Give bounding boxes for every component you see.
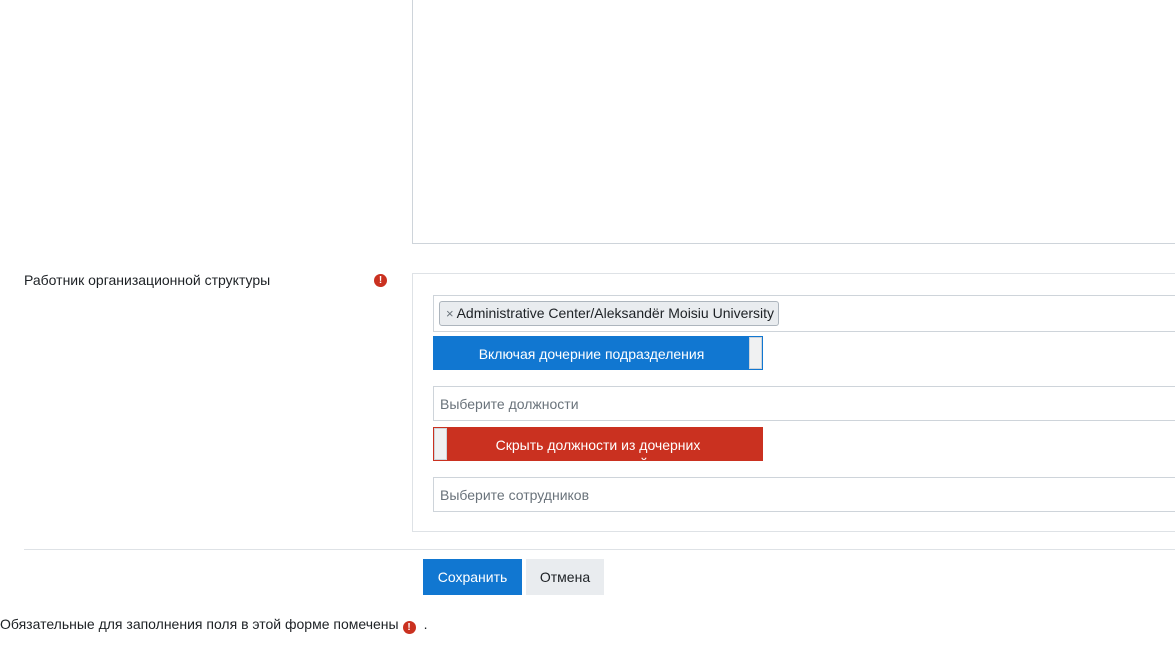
org-unit-autocomplete[interactable]: × Administrative Center/Aleksandër Moisiu…: [433, 295, 1175, 332]
cancel-button[interactable]: Отмена: [526, 559, 604, 595]
toggle-knob: [749, 337, 762, 369]
include-children-toggle[interactable]: Включая дочерние подразделения: [433, 336, 763, 370]
hide-child-positions-label: Скрыть должности из дочерних подразделен…: [495, 437, 701, 460]
form-page: Работник организационной структуры ! × Ad…: [0, 0, 1175, 656]
required-note-end: .: [423, 616, 428, 632]
required-note-text: Обязательные для заполнения поля в этой …: [0, 616, 399, 632]
required-icon: !: [374, 274, 387, 287]
remove-tag-icon[interactable]: ×: [446, 306, 454, 321]
field-label: Работник организационной структуры: [24, 272, 271, 288]
employees-select-input[interactable]: [433, 477, 1175, 512]
hide-child-positions-toggle[interactable]: Скрыть должности из дочерних подразделен…: [433, 427, 763, 461]
required-fields-note: Обязательные для заполнения поля в этой …: [0, 616, 427, 634]
description-textarea[interactable]: [412, 0, 1175, 244]
required-icon: !: [402, 621, 416, 634]
positions-select-input[interactable]: [433, 386, 1175, 421]
selected-org-tag-label: Administrative Center/Aleksandër Moisiu …: [456, 305, 775, 321]
selected-org-tag[interactable]: × Administrative Center/Aleksandër Moisiu…: [439, 301, 780, 326]
divider: [24, 549, 1175, 550]
save-button[interactable]: Сохранить: [423, 559, 522, 595]
toggle-knob: [434, 428, 447, 460]
include-children-label: Включая дочерние подразделения: [478, 346, 705, 362]
